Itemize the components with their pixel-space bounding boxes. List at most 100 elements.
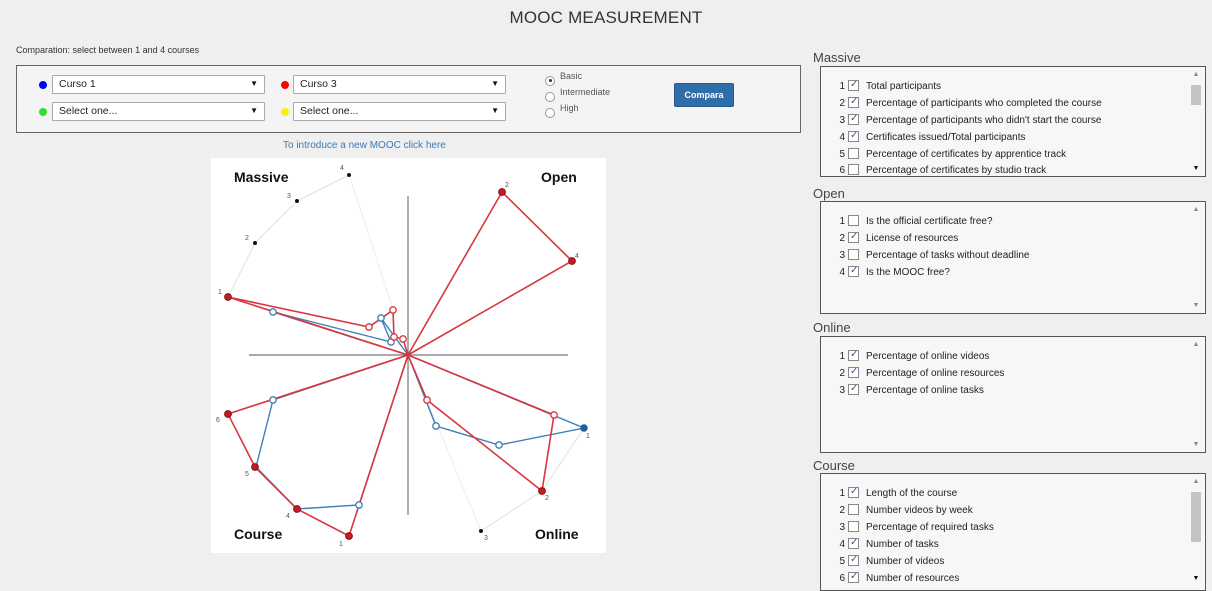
level-basic-radio[interactable]: Basic [545,71,582,86]
indicator-item[interactable]: 3 Percentage of tasks without deadline [821,249,1029,263]
checkbox[interactable] [848,571,859,583]
checkbox[interactable] [848,79,859,91]
scroll-up-icon[interactable]: ▲ [1191,206,1201,213]
indicator-item[interactable]: 2 Number videos by week [821,504,973,518]
point-label: 2 [545,495,549,502]
scroll-up-icon[interactable]: ▲ [1191,341,1201,348]
course-3-marker [550,411,558,419]
indicator-item[interactable]: 5 Percentage of certificates by apprentic… [821,148,1066,162]
scroll-down-icon[interactable]: ▼ [1191,165,1201,172]
checkbox[interactable] [848,366,859,378]
page-title: MOOC MEASUREMENT [509,8,703,27]
checkbox[interactable] [848,349,859,361]
checkbox[interactable] [848,265,859,277]
indicator-item[interactable]: 6 Percentage of certificates by studio tr… [821,164,1046,176]
course-3-marker [498,188,506,196]
scrollbar-thumb[interactable] [1191,492,1201,542]
point-label: 2 [245,235,249,242]
indicator-item[interactable]: 3 Percentage of required tasks [821,521,994,535]
indicator-item[interactable]: 6Number of resources [821,571,959,586]
online-indicator-list: 1Percentage of online videos 2Percentage… [820,336,1206,453]
checkbox[interactable] [848,215,859,226]
course-3-color-dot [39,108,47,116]
checkbox[interactable] [848,504,859,515]
chevron-down-icon: ▼ [491,79,499,88]
course-1-marker [355,501,363,509]
indicator-item[interactable]: 2Percentage of online resources [821,366,1004,381]
scroll-down-icon[interactable]: ▼ [1191,302,1201,309]
checkbox[interactable] [848,554,859,566]
point-label: 3 [287,193,291,200]
indicator-item[interactable]: 4Is the MOOC free? [821,265,949,280]
course-1-marker [432,422,440,430]
point-label: 2 [505,182,509,189]
chevron-down-icon: ▼ [250,79,258,88]
quadrant-label-open: Open [541,169,577,185]
checkbox[interactable] [848,148,859,159]
reference-marker [253,241,257,245]
course-1-select[interactable]: Curso 1 ▼ [52,75,265,94]
scrollbar[interactable]: ▲ ▼ [1191,478,1201,582]
course-3-marker [224,293,232,301]
reference-marker [479,529,483,533]
scrollbar[interactable]: ▲ ▼ [1191,206,1201,309]
scrollbar[interactable]: ▲ ▼ [1191,341,1201,448]
course-3-marker [399,335,407,343]
indicator-item[interactable]: 2Percentage of participants who complete… [821,96,1101,111]
checkbox[interactable] [848,130,859,142]
course-4-select[interactable]: Select one... ▼ [293,102,506,121]
massive-indicator-list: 1Total participants 2Percentage of parti… [820,66,1206,177]
indicator-item[interactable]: 3Percentage of online tasks [821,383,983,398]
course-3-marker [251,463,259,471]
point-label: 1 [586,433,590,440]
course-3-select[interactable]: Select one... ▼ [52,102,265,121]
point-label: 1 [339,541,343,548]
point-label: 3 [484,535,488,542]
level-intermediate-radio[interactable]: Intermediate [545,87,610,102]
compare-button[interactable]: Compara [674,83,734,107]
checkbox[interactable] [848,537,859,549]
indicator-item[interactable]: 1 Is the official certificate free? [821,215,993,229]
course-1-select-value: Curso 1 [59,78,96,90]
course-3-marker [293,505,301,513]
indicator-item[interactable]: 4Certificates issued/Total participants [821,130,1025,145]
scroll-up-icon[interactable]: ▲ [1191,478,1201,485]
checkbox[interactable] [848,164,859,175]
course-3-marker [423,396,431,404]
chevron-down-icon: ▼ [250,106,258,115]
level-high-radio[interactable]: High [545,103,579,118]
checkbox[interactable] [848,486,859,498]
course-2-select[interactable]: Curso 3 ▼ [293,75,506,94]
quadrant-label-online: Online [535,526,579,542]
section-label-open: Open [813,186,845,201]
course-4-color-dot [281,108,289,116]
checkbox[interactable] [848,96,859,108]
course-1-color-dot [39,81,47,89]
indicator-item[interactable]: 4Number of tasks [821,537,938,552]
checkbox[interactable] [848,113,859,125]
course-3-marker [538,487,546,495]
scroll-down-icon[interactable]: ▼ [1191,575,1201,582]
reference-marker [347,173,351,177]
checkbox[interactable] [848,521,859,532]
indicator-item[interactable]: 3Percentage of participants who didn't s… [821,113,1101,128]
checkbox[interactable] [848,383,859,395]
indicator-item[interactable]: 1Total participants [821,79,941,94]
scrollbar[interactable]: ▲ ▼ [1191,71,1201,172]
indicator-item[interactable]: 1Length of the course [821,486,957,501]
level-intermediate-label: Intermediate [560,87,611,97]
open-indicator-list: 1Is the official certificate free? 2Lice… [820,201,1206,314]
course-1-marker [269,396,277,404]
course-2-color-dot [281,81,289,89]
indicator-item[interactable]: 1Percentage of online videos [821,349,989,364]
scroll-up-icon[interactable]: ▲ [1191,71,1201,78]
scroll-down-icon[interactable]: ▼ [1191,441,1201,448]
course-2-select-value: Curso 3 [300,78,337,90]
point-label: 5 [245,471,249,478]
indicator-item[interactable]: 2License of resources [821,231,958,246]
new-mooc-link[interactable]: To introduce a new MOOC click here [283,140,446,151]
scrollbar-thumb[interactable] [1191,85,1201,105]
checkbox[interactable] [848,231,859,243]
indicator-item[interactable]: 5Number of videos [821,554,944,569]
checkbox[interactable] [848,249,859,260]
